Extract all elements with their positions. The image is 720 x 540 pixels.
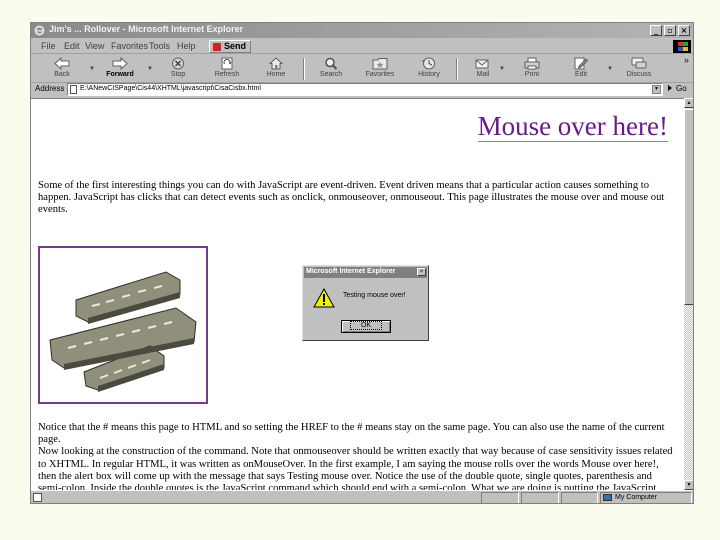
history-label: History: [418, 71, 440, 78]
href-note: Notice that the # means this page to HTM…: [38, 422, 665, 446]
intro-paragraph: Some of the first interesting things you…: [38, 180, 665, 216]
search-button[interactable]: Search: [308, 56, 354, 82]
menu-edit[interactable]: Edit: [64, 41, 80, 51]
refresh-button[interactable]: Refresh: [204, 56, 250, 82]
menu-help[interactable]: Help: [177, 41, 196, 51]
stop-label: Stop: [170, 71, 186, 78]
search-icon: [325, 57, 338, 70]
warning-icon: [313, 288, 335, 308]
alert-dialog: Microsoft Internet Explorer × Testing mo…: [302, 265, 429, 341]
ok-button[interactable]: OK: [341, 320, 391, 333]
window-title: Jim's ... Rollover - Microsoft Internet …: [49, 24, 244, 34]
forward-label: Forward: [106, 71, 134, 78]
forward-button[interactable]: Forward: [97, 56, 143, 82]
edit-dropdown-icon[interactable]: ▼: [607, 66, 613, 72]
send-icon: [213, 43, 221, 51]
dialog-title: Microsoft Internet Explorer: [306, 268, 396, 275]
edit-page-icon: [574, 57, 588, 70]
toolbar-more-button[interactable]: »: [684, 55, 689, 65]
menu-file[interactable]: File: [41, 41, 56, 51]
address-url: E:\ANewCISPage\Cis44\XHTML\javascript\Ci…: [80, 85, 261, 92]
scroll-up-button[interactable]: ▲: [684, 98, 693, 108]
minimize-button[interactable]: _: [650, 25, 662, 36]
refresh-icon: [221, 57, 233, 70]
discuss-label: Discuss: [626, 71, 652, 78]
rollover-image[interactable]: [38, 246, 208, 404]
toolbar: Back ▼ Forward ▼ Stop Refresh Home Searc…: [31, 55, 693, 83]
ie-logo-icon: [34, 25, 45, 36]
address-dropdown-icon[interactable]: ▼: [652, 85, 661, 94]
back-dropdown-icon[interactable]: ▼: [89, 66, 95, 72]
3d-text-graphic: [49, 271, 197, 392]
ok-label: OK: [349, 321, 383, 330]
mouse-over-link[interactable]: Mouse over here!: [477, 111, 668, 142]
my-computer-icon: [603, 494, 612, 501]
go-arrow-icon: [668, 85, 675, 91]
stop-icon: [172, 57, 184, 70]
scroll-down-button[interactable]: ▼: [684, 480, 693, 490]
stop-button[interactable]: Stop: [155, 56, 201, 82]
send-label: Send: [224, 41, 247, 51]
mail-label: Mail: [476, 71, 490, 78]
security-zone: My Computer: [600, 492, 692, 503]
menu-bar: File Edit View Favorites Tools Help Send: [31, 39, 693, 54]
vertical-scrollbar[interactable]: ▲ ▼: [684, 98, 693, 490]
home-label: Home: [266, 71, 286, 78]
command-explanation: Now looking at the construction of the c…: [38, 446, 673, 490]
back-arrow-icon: [54, 57, 70, 70]
body-paragraph: Notice that the # means this page to HTM…: [38, 422, 678, 490]
mail-dropdown-icon[interactable]: ▼: [499, 66, 505, 72]
favorites-button[interactable]: Favorites: [357, 56, 403, 82]
home-button[interactable]: Home: [253, 56, 299, 82]
print-label: Print: [524, 71, 540, 78]
menu-view[interactable]: View: [85, 41, 104, 51]
forward-arrow-icon: [112, 57, 128, 70]
print-button[interactable]: Print: [509, 56, 555, 82]
title-bar[interactable]: Jim's ... Rollover - Microsoft Internet …: [31, 23, 693, 38]
scroll-thumb[interactable]: [684, 109, 693, 305]
status-bar: My Computer: [31, 490, 693, 503]
go-button[interactable]: Go: [668, 84, 687, 93]
refresh-label: Refresh: [214, 71, 240, 78]
go-label: Go: [676, 84, 687, 93]
back-button[interactable]: Back: [39, 56, 85, 82]
back-label: Back: [54, 71, 70, 78]
print-icon: [524, 57, 540, 70]
edit-label: Edit: [574, 71, 588, 78]
windows-logo-icon: [673, 40, 691, 53]
mail-icon: [475, 59, 489, 69]
search-label: Search: [319, 71, 343, 78]
history-button[interactable]: History: [406, 56, 452, 82]
favorites-label: Favorites: [365, 71, 395, 78]
page-icon: [70, 85, 77, 94]
address-label: Address: [35, 84, 65, 93]
home-icon: [269, 57, 283, 70]
discuss-button[interactable]: Discuss: [616, 56, 662, 82]
dialog-title-bar[interactable]: Microsoft Internet Explorer ×: [304, 267, 427, 278]
menu-favorites[interactable]: Favorites: [111, 41, 148, 51]
send-button[interactable]: Send: [209, 40, 252, 53]
maximize-button[interactable]: ▫: [664, 25, 676, 36]
edit-button[interactable]: Edit: [558, 56, 604, 82]
browser-window: Jim's ... Rollover - Microsoft Internet …: [30, 22, 694, 504]
close-button[interactable]: ×: [678, 25, 690, 36]
zone-label: My Computer: [615, 494, 658, 501]
dialog-close-button[interactable]: ×: [417, 268, 426, 276]
dialog-message: Testing mouse over!: [343, 292, 406, 299]
forward-dropdown-icon[interactable]: ▼: [147, 66, 153, 72]
status-page-icon: [33, 493, 42, 502]
history-icon: [422, 57, 435, 70]
address-bar: Address E:\ANewCISPage\Cis44\XHTML\javas…: [31, 83, 693, 97]
discuss-icon: [631, 57, 647, 69]
page-content: Mouse over here! Some of the first inter…: [31, 98, 684, 490]
favorites-folder-icon: [372, 58, 388, 70]
menu-tools[interactable]: Tools: [149, 41, 170, 51]
address-input[interactable]: E:\ANewCISPage\Cis44\XHTML\javascript\Ci…: [67, 83, 663, 96]
